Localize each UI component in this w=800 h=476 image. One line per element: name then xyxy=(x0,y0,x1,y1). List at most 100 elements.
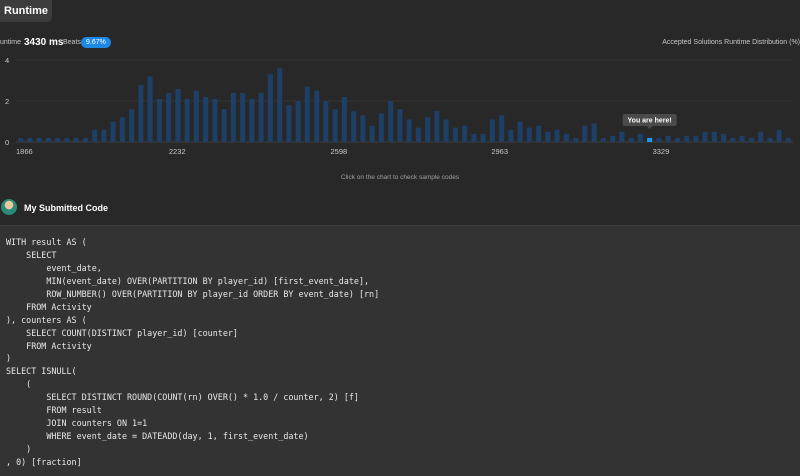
chart-bar[interactable] xyxy=(785,137,791,142)
code-line: MIN(event_date) OVER(PARTITION BY player… xyxy=(6,275,370,286)
chart-bar[interactable] xyxy=(674,137,680,142)
chart-bar[interactable] xyxy=(526,127,532,142)
chart-bar[interactable] xyxy=(341,96,347,142)
chart-bar[interactable] xyxy=(610,135,616,142)
chart-bar[interactable] xyxy=(776,129,782,142)
chart-bar[interactable] xyxy=(462,125,468,142)
chart-bar[interactable] xyxy=(730,137,736,142)
chart-bar[interactable] xyxy=(27,137,33,142)
chart-bar[interactable] xyxy=(582,125,588,142)
chart-bar[interactable] xyxy=(489,119,495,142)
chart-bar[interactable] xyxy=(73,137,79,142)
chart-bar[interactable] xyxy=(563,133,569,142)
chart-bar[interactable] xyxy=(267,74,273,142)
chart-bar[interactable] xyxy=(92,129,98,142)
chart-bar[interactable] xyxy=(517,121,523,143)
chart-bar[interactable] xyxy=(415,127,421,142)
chart-bar[interactable] xyxy=(295,101,301,142)
chart-bar[interactable] xyxy=(573,137,579,142)
y-tick-label: 0 xyxy=(5,138,9,147)
chart-bar[interactable] xyxy=(304,86,310,142)
chart-bar[interactable] xyxy=(434,111,440,142)
chart-bar[interactable] xyxy=(203,96,209,142)
chart-bar[interactable] xyxy=(323,101,329,142)
runtime-distribution-chart[interactable]: 0 2 4 1866 2232 2598 2963 3329 You are here! xyxy=(0,50,800,160)
chart-bar[interactable] xyxy=(175,88,181,142)
code-line: event_date, xyxy=(6,262,102,273)
code-line: FROM Activity xyxy=(6,340,92,351)
avatar[interactable] xyxy=(1,199,17,215)
chart-bar[interactable] xyxy=(452,127,458,142)
chart-bar[interactable] xyxy=(600,137,606,142)
code-line: JOIN counters ON 1=1 xyxy=(6,418,148,429)
runtime-value: 3430 ms xyxy=(24,37,64,48)
chart-bar[interactable] xyxy=(351,111,357,142)
chart-bar[interactable] xyxy=(277,68,283,142)
chart-bar[interactable] xyxy=(129,109,135,142)
chart-bar[interactable] xyxy=(55,137,61,142)
chart-bar[interactable] xyxy=(406,119,412,142)
chart-bar[interactable] xyxy=(628,137,634,142)
chart-bar[interactable] xyxy=(443,119,449,142)
chart-bar[interactable] xyxy=(147,76,153,142)
chart-bar[interactable] xyxy=(425,117,431,142)
chart-bar[interactable] xyxy=(536,125,542,142)
chart-bar[interactable] xyxy=(119,117,125,142)
chart-bar[interactable] xyxy=(684,135,690,142)
chart-bar[interactable] xyxy=(64,137,70,142)
chart-bar[interactable] xyxy=(332,109,338,142)
code-block[interactable]: WITH result AS ( SELECT event_date, MIN(… xyxy=(6,236,379,469)
code-line: FROM Activity xyxy=(6,301,92,312)
chart-bar[interactable] xyxy=(711,131,717,142)
chart-bar[interactable] xyxy=(212,98,218,142)
chart-bar[interactable] xyxy=(138,84,144,142)
chart-bar[interactable] xyxy=(101,129,107,142)
tab-runtime[interactable]: Runtime xyxy=(0,0,52,22)
chart-bar[interactable] xyxy=(360,115,366,142)
chart-bar[interactable] xyxy=(591,123,597,142)
chart-bar[interactable] xyxy=(702,131,708,142)
code-line: SELECT DISTINCT ROUND(COUNT(rn) OVER() *… xyxy=(6,392,359,403)
code-line: ROW_NUMBER() OVER(PARTITION BY player_id… xyxy=(6,288,380,299)
chart-bar[interactable] xyxy=(36,137,42,142)
chart-bar[interactable] xyxy=(369,125,375,142)
chart-bar[interactable] xyxy=(619,131,625,142)
chart-bar[interactable] xyxy=(545,131,551,142)
chart-bar[interactable] xyxy=(230,92,236,142)
chart-bar[interactable] xyxy=(508,129,514,142)
chart-bar[interactable] xyxy=(314,90,320,142)
chart-bar[interactable] xyxy=(748,137,754,142)
code-line: ( xyxy=(6,379,32,390)
chart-bar[interactable] xyxy=(249,98,255,142)
chart-bar[interactable] xyxy=(767,137,773,142)
chart-bar[interactable] xyxy=(240,92,246,142)
chart-bar[interactable] xyxy=(45,137,51,142)
chart-bar[interactable] xyxy=(739,135,745,142)
chart-bar[interactable] xyxy=(656,137,662,142)
chart-bar[interactable] xyxy=(184,98,190,142)
chart-bar[interactable] xyxy=(397,109,403,142)
chart-bar[interactable] xyxy=(499,115,505,142)
runtime-label: untime xyxy=(0,39,22,46)
chart-bar[interactable] xyxy=(388,101,394,142)
chart-bar[interactable] xyxy=(758,131,764,142)
chart-bar[interactable] xyxy=(693,135,699,142)
y-tick-label: 4 xyxy=(5,56,9,65)
chart-bar[interactable] xyxy=(110,121,116,143)
chart-bar[interactable] xyxy=(82,137,88,142)
chart-bar[interactable] xyxy=(480,133,486,142)
code-panel[interactable]: WITH result AS ( SELECT event_date, MIN(… xyxy=(0,225,800,476)
chart-bar[interactable] xyxy=(18,137,24,142)
chart-bar[interactable] xyxy=(221,109,227,142)
chart-bar[interactable] xyxy=(471,133,477,142)
chart-bar[interactable] xyxy=(554,129,560,142)
chart-bar[interactable] xyxy=(665,135,671,142)
chart-bar[interactable] xyxy=(286,105,292,142)
chart-bar[interactable] xyxy=(637,133,643,142)
chart-bar[interactable] xyxy=(156,98,162,142)
chart-bar[interactable] xyxy=(378,113,384,142)
chart-bar[interactable] xyxy=(258,92,264,142)
chart-bar[interactable] xyxy=(193,90,199,142)
chart-bar[interactable] xyxy=(721,133,727,142)
chart-bar[interactable] xyxy=(166,92,172,142)
